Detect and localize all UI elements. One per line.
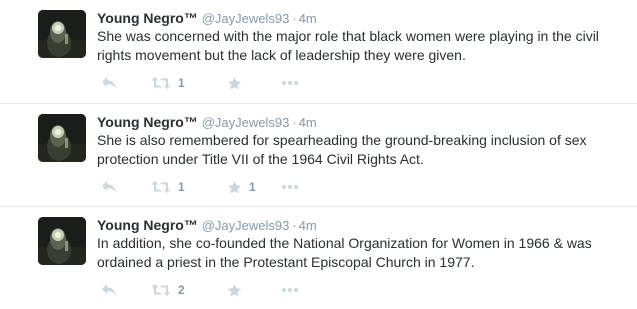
more-dots-icon: [282, 288, 298, 292]
username[interactable]: @JayJewels93: [202, 11, 290, 26]
tweet[interactable]: Young Negro™ @JayJewels93 · 4m She was con…: [0, 0, 637, 104]
tweet[interactable]: Young Negro™ @JayJewels93 · 4m She is also…: [0, 104, 637, 207]
more-button[interactable]: [281, 73, 299, 93]
username[interactable]: @JayJewels93: [202, 115, 290, 130]
favorite-button[interactable]: [227, 73, 249, 93]
more-dots-icon: [282, 81, 298, 85]
retweet-count: 1: [178, 180, 185, 194]
timestamp[interactable]: 4m: [299, 11, 317, 26]
retweet-button[interactable]: 1: [151, 73, 185, 93]
tweet-text: In addition, she co-founded the National…: [97, 235, 592, 270]
reply-button[interactable]: [101, 280, 117, 300]
favorite-button[interactable]: [227, 280, 249, 300]
star-icon: [227, 76, 242, 89]
timestamp[interactable]: 4m: [299, 218, 317, 233]
retweet-button[interactable]: 2: [151, 280, 185, 300]
fullname[interactable]: Young Negro™: [97, 217, 198, 233]
tweet-actions: 2: [97, 280, 357, 300]
tweet-text: She was concerned with the major role th…: [97, 28, 599, 63]
retweet-count: 2: [178, 283, 185, 297]
tweet-actions: 1 1: [97, 177, 357, 197]
favorite-count: 1: [249, 180, 256, 194]
username[interactable]: @JayJewels93: [202, 218, 290, 233]
retweet-icon: [151, 181, 171, 193]
tweet-text: She is also remembered for spearheading …: [97, 132, 587, 167]
tweet-actions: 1: [97, 73, 357, 93]
favorite-button[interactable]: 1: [227, 177, 256, 197]
tweet-header: Young Negro™ @JayJewels93 · 4m: [97, 9, 317, 28]
retweet-icon: [151, 77, 171, 89]
tweet-feed: Young Negro™ @JayJewels93 · 4m She was con…: [0, 0, 637, 309]
separator: ·: [292, 11, 297, 26]
retweet-button[interactable]: 1: [151, 177, 185, 197]
avatar[interactable]: [38, 10, 86, 58]
reply-icon: [102, 77, 116, 89]
reply-icon: [102, 181, 116, 193]
more-button[interactable]: [281, 280, 299, 300]
avatar[interactable]: [38, 217, 86, 265]
fullname[interactable]: Young Negro™: [97, 10, 198, 26]
reply-icon: [102, 284, 116, 296]
separator: ·: [292, 218, 297, 233]
fullname[interactable]: Young Negro™: [97, 114, 198, 130]
star-icon: [227, 283, 242, 296]
tweet-header: Young Negro™ @JayJewels93 · 4m: [97, 113, 317, 132]
retweet-count: 1: [178, 76, 185, 90]
retweet-icon: [151, 284, 171, 296]
tweet[interactable]: Young Negro™ @JayJewels93 · 4m In addition…: [0, 207, 637, 309]
more-button[interactable]: [281, 177, 299, 197]
separator: ·: [292, 115, 297, 130]
more-dots-icon: [282, 185, 298, 189]
tweet-header: Young Negro™ @JayJewels93 · 4m: [97, 216, 317, 235]
avatar[interactable]: [38, 114, 86, 162]
reply-button[interactable]: [101, 73, 117, 93]
star-icon: [227, 180, 242, 193]
timestamp[interactable]: 4m: [299, 115, 317, 130]
reply-button[interactable]: [101, 177, 117, 197]
